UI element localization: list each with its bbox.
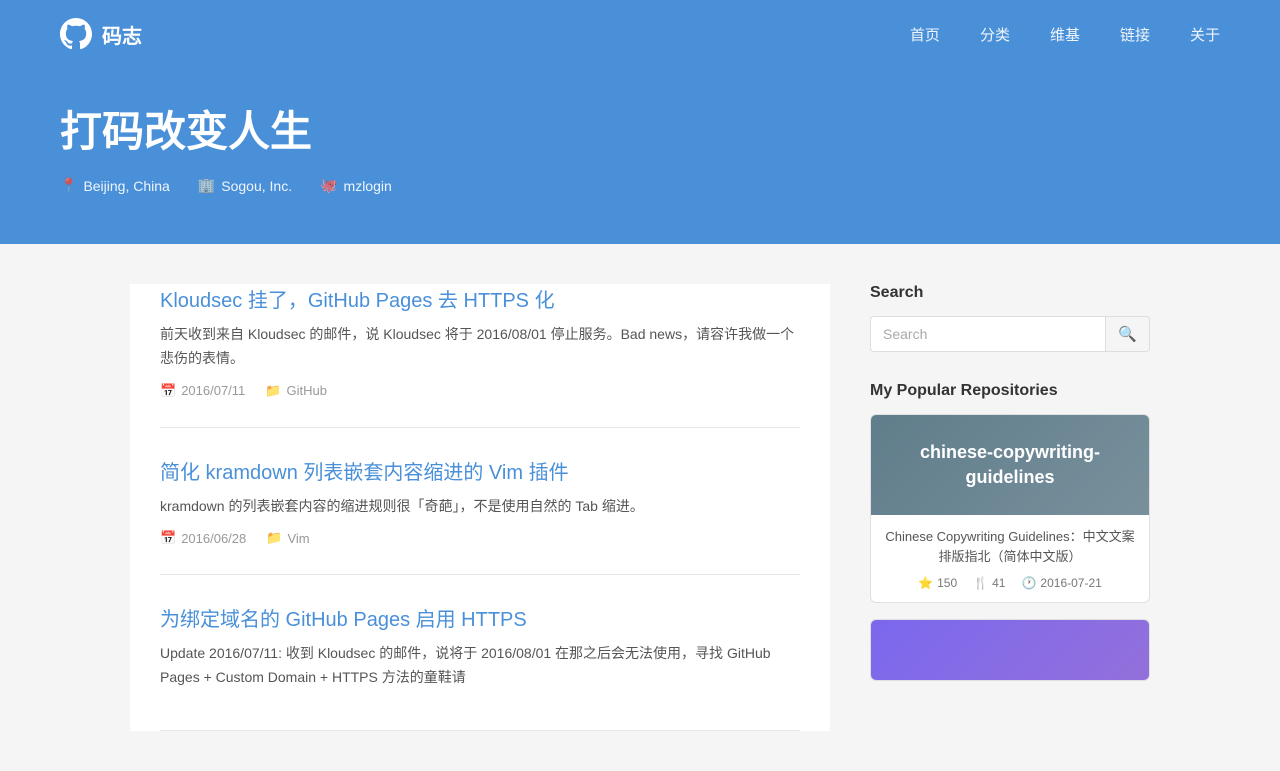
category-text-1: GitHub — [286, 383, 326, 398]
nav-home[interactable]: 首页 — [910, 27, 940, 44]
nav-about[interactable]: 关于 — [1190, 27, 1220, 44]
post-date-1: 📅 2016/07/11 — [160, 383, 245, 399]
repo-stars-1: ⭐ 150 — [918, 576, 957, 590]
clock-icon: 🕐 — [1021, 576, 1036, 590]
company-text: Sogou, Inc. — [221, 178, 292, 194]
github-username: mzlogin — [344, 178, 392, 194]
calendar-icon-1: 📅 — [160, 383, 176, 399]
repo-stats-1: ⭐ 150 🍴 41 🕐 2016-07-21 — [885, 576, 1135, 590]
repo-name-1: chinese-copywriting-guidelines — [881, 440, 1139, 490]
meta-company: 🏢 Sogou, Inc. — [198, 177, 292, 194]
folder-icon-2: 📁 — [266, 530, 282, 546]
popular-repos-title: My Popular Repositories — [870, 382, 1150, 400]
search-section: Search 🔍 — [870, 284, 1150, 352]
fork-icon: 🍴 — [973, 576, 988, 590]
date-text-2: 2016/06/28 — [181, 531, 246, 546]
main-wrapper: Kloudsec 挂了，GitHub Pages 去 HTTPS 化 前天收到来… — [0, 244, 1280, 771]
nav-bar: 码志 首页 分类 维基 链接 关于 — [0, 0, 1280, 68]
calendar-icon-2: 📅 — [160, 530, 176, 546]
main-container: Kloudsec 挂了，GitHub Pages 去 HTTPS 化 前天收到来… — [70, 244, 1210, 771]
popular-repos-section: My Popular Repositories chinese-copywrit… — [870, 382, 1150, 681]
nav-wiki[interactable]: 维基 — [1050, 27, 1080, 44]
repo-updated-1: 🕐 2016-07-21 — [1021, 576, 1101, 590]
star-icon: ⭐ — [918, 576, 933, 590]
location-icon: 📍 — [60, 177, 77, 194]
date-text-1: 2016/07/11 — [181, 383, 245, 398]
meta-location: 📍 Beijing, China — [60, 177, 170, 194]
stars-count-1: 150 — [937, 576, 957, 590]
post-item: Kloudsec 挂了，GitHub Pages 去 HTTPS 化 前天收到来… — [160, 284, 800, 428]
forks-count-1: 41 — [992, 576, 1005, 590]
repo-card-image-2 — [871, 620, 1149, 680]
sidebar: Search 🔍 My Popular Repositories chinese… — [870, 284, 1150, 731]
repo-card-body-1: Chinese Copywriting Guidelines：中文文案排版指北（… — [871, 515, 1149, 602]
nav-links-item[interactable]: 链接 — [1120, 27, 1150, 44]
repo-forks-1: 🍴 41 — [973, 576, 1005, 590]
hero-title: 打码改变人生 — [60, 98, 1220, 159]
search-icon: 🔍 — [1118, 326, 1137, 343]
nav-categories[interactable]: 分类 — [980, 27, 1010, 44]
search-input[interactable] — [870, 316, 1105, 352]
nav-links: 首页 分类 维基 链接 关于 — [910, 24, 1220, 45]
updated-date-1: 2016-07-21 — [1040, 576, 1101, 590]
category-text-2: Vim — [287, 531, 309, 546]
search-box: 🔍 — [870, 316, 1150, 352]
github-profile-icon: 🐙 — [320, 177, 337, 194]
repo-desc-1: Chinese Copywriting Guidelines：中文文案排版指北（… — [885, 527, 1135, 566]
post-meta-1: 📅 2016/07/11 📁 GitHub — [160, 383, 800, 399]
meta-github: 🐙 mzlogin — [320, 177, 392, 194]
post-category-2: 📁 Vim — [266, 530, 309, 546]
search-button[interactable]: 🔍 — [1105, 316, 1150, 352]
post-category-1: 📁 GitHub — [265, 383, 327, 399]
post-excerpt-2: kramdown 的列表嵌套内容的缩进规则很「奇葩」，不是使用自然的 Tab 缩… — [160, 495, 800, 519]
folder-icon-1: 📁 — [265, 383, 281, 399]
posts-area: Kloudsec 挂了，GitHub Pages 去 HTTPS 化 前天收到来… — [130, 284, 830, 731]
post-title-2[interactable]: 简化 kramdown 列表嵌套内容缩进的 Vim 插件 — [160, 456, 800, 485]
repo-card-2 — [870, 619, 1150, 681]
post-title-1[interactable]: Kloudsec 挂了，GitHub Pages 去 HTTPS 化 — [160, 284, 800, 313]
post-date-2: 📅 2016/06/28 — [160, 530, 246, 546]
company-icon: 🏢 — [198, 177, 215, 194]
hero-content: 打码改变人生 📍 Beijing, China 🏢 Sogou, Inc. 🐙 … — [0, 68, 1280, 244]
search-title: Search — [870, 284, 1150, 302]
hero-section: 码志 首页 分类 维基 链接 关于 打码改变人生 📍 Beijing, Chin… — [0, 0, 1280, 244]
post-title-3[interactable]: 为绑定域名的 GitHub Pages 启用 HTTPS — [160, 603, 800, 632]
site-logo[interactable]: 码志 — [60, 18, 142, 50]
hero-meta: 📍 Beijing, China 🏢 Sogou, Inc. 🐙 mzlogin — [60, 177, 1220, 194]
repo-card-image-1: chinese-copywriting-guidelines — [871, 415, 1149, 515]
post-meta-2: 📅 2016/06/28 📁 Vim — [160, 530, 800, 546]
post-excerpt-1: 前天收到来自 Kloudsec 的邮件，说 Kloudsec 将于 2016/0… — [160, 323, 800, 371]
post-item: 为绑定域名的 GitHub Pages 启用 HTTPS Update 2016… — [160, 575, 800, 731]
repo-card-1: chinese-copywriting-guidelines Chinese C… — [870, 414, 1150, 603]
site-name: 码志 — [102, 20, 142, 49]
location-text: Beijing, China — [83, 178, 169, 194]
github-icon — [60, 18, 92, 50]
post-item: 简化 kramdown 列表嵌套内容缩进的 Vim 插件 kramdown 的列… — [160, 428, 800, 576]
post-excerpt-3: Update 2016/07/11: 收到 Kloudsec 的邮件，说将于 2… — [160, 642, 800, 690]
